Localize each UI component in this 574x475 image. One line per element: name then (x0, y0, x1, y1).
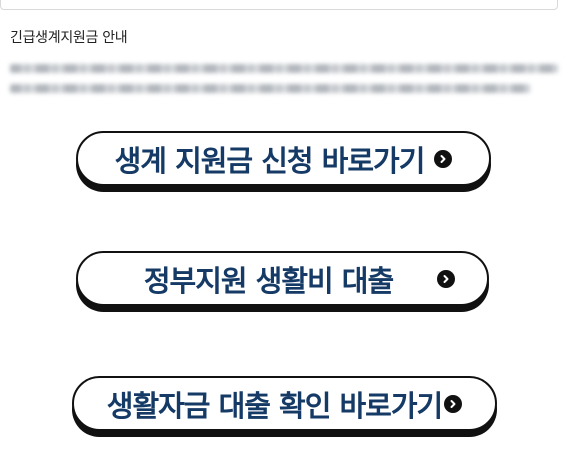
government-living-loan-button[interactable]: 정부지원 생활비 대출 (76, 251, 489, 306)
chevron-right-circle-icon (437, 269, 456, 288)
blurred-text-line (10, 84, 530, 93)
blurred-description (10, 64, 562, 104)
button-label: 생계 지원금 신청 바로가기 (114, 143, 426, 178)
section-title: 긴급생계지원금 안내 (10, 30, 128, 46)
button-label: 생활자금 대출 확인 바로가기 (106, 388, 443, 423)
living-fund-loan-check-button[interactable]: 생활자금 대출 확인 바로가기 (72, 376, 497, 431)
blurred-text-line (10, 64, 558, 73)
chevron-right-circle-icon (444, 394, 463, 413)
apply-living-support-button[interactable]: 생계 지원금 신청 바로가기 (76, 131, 491, 186)
chevron-right-circle-icon (434, 149, 453, 168)
button-label: 정부지원 생활비 대출 (143, 263, 394, 298)
top-input-box (0, 0, 558, 10)
